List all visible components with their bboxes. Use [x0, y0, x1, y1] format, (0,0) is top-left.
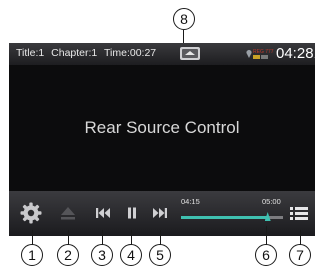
status-bar: Title:1 Chapter:1 Time:00:27 REG 777 04:…: [9, 43, 315, 65]
callout-5: 5: [149, 244, 171, 266]
eject-icon: [61, 207, 75, 220]
skip-previous-icon: [96, 208, 110, 218]
menu-button[interactable]: [285, 199, 313, 227]
status-indicators: REG 777: [245, 46, 275, 62]
source-switch-icon[interactable]: [179, 46, 201, 61]
callout-2: 2: [57, 244, 79, 266]
control-bar: 04:15 05:00: [9, 191, 315, 236]
previous-button[interactable]: [89, 199, 117, 227]
list-icon: [290, 207, 308, 220]
pause-button[interactable]: [118, 199, 146, 227]
callout-4: 4: [120, 244, 142, 266]
clock: 04:28AM: [276, 45, 315, 62]
gear-icon: [20, 202, 42, 224]
playback-info: Title:1 Chapter:1 Time:00:27: [16, 47, 160, 59]
elapsed-time: 04:15: [181, 197, 200, 206]
callout-1: 1: [21, 244, 43, 266]
callout-8: 8: [173, 8, 195, 30]
title-number: Title:1: [16, 47, 45, 59]
next-button[interactable]: [146, 199, 174, 227]
total-time: 05:00: [262, 197, 281, 206]
rear-source-screen: Title:1 Chapter:1 Time:00:27 REG 777 04:…: [9, 43, 315, 236]
time-elapsed: Time:00:27: [104, 47, 157, 59]
eject-button[interactable]: [54, 199, 82, 227]
callout-3: 3: [91, 244, 113, 266]
settings-button[interactable]: [17, 199, 45, 227]
chapter-number: Chapter:1: [51, 47, 98, 59]
skip-next-icon: [153, 208, 167, 218]
progress-track[interactable]: [181, 212, 283, 221]
clock-time: 04:28: [276, 45, 314, 62]
progress-fill: [181, 216, 268, 219]
tray-reg-label: REG 777: [253, 49, 274, 55]
callout-6: 6: [255, 244, 277, 266]
callout-6-leader: [266, 226, 267, 246]
pause-icon: [128, 207, 136, 219]
rear-source-message: Rear Source Control: [84, 118, 240, 137]
callout-7: 7: [289, 244, 311, 266]
